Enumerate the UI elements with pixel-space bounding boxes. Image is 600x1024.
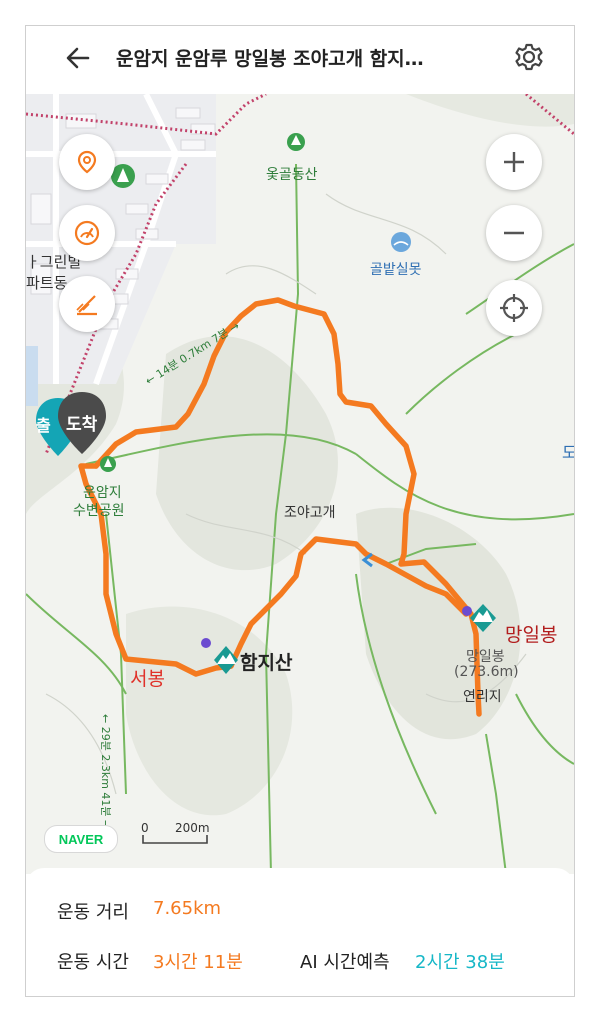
plus-icon [504,152,524,172]
label-unamji-2: 수변공원 [73,503,125,519]
label-seobong: 서봉 [130,668,165,690]
label-trail-29: ← 29분 2.3km 41분 → [99,714,112,830]
label-yeonriji: 연리지 [463,689,502,705]
elevation-button[interactable] [59,276,115,332]
label-pass: 조야고개 [284,505,336,521]
ai-time-label: AI 시간예측 [300,952,390,973]
page-title: 운암지 운암루 망일봉 조야고개 함지… [116,48,424,70]
label-pond: 골밭실못 [370,262,422,278]
distance-value: 7.65km [153,898,222,919]
label-mangilbong-elev: (273.6m) [454,664,519,680]
zoom-out-button[interactable] [486,205,542,261]
app-frame: 운암지 운암루 망일봉 조야고개 함지… 출 도착 옻골동산 골밭실못 ㅏ그린빌… [25,25,575,997]
scale-zero: 0 [141,821,149,835]
gear-icon[interactable] [512,40,546,74]
label-edge: 도 [562,439,574,463]
label-unamji-1: 운암지 [83,485,122,501]
start-pin-label: 출 [36,416,51,435]
speedometer-button[interactable] [59,205,115,261]
time-value: 3시간 11분 [153,952,243,973]
zoom-in-button[interactable] [486,134,542,190]
label-mangilbong-small: 망일봉 [466,649,505,665]
arrival-pin-label: 도착 [66,415,98,435]
arrow-left-icon[interactable] [62,42,94,74]
label-oksil-park: 옻골동산 [266,167,318,183]
scale-bar: 0 200m [141,821,211,847]
elevation-icon [76,295,97,316]
location-pin-button[interactable] [59,134,115,190]
speedometer-icon [74,220,100,246]
header: 운암지 운암루 망일봉 조야고개 함지… [26,26,574,94]
time-label: 운동 시간 [57,952,129,973]
my-location-button[interactable] [486,280,542,336]
naver-logo: NAVER [44,825,118,853]
minus-icon [504,231,524,235]
stats-panel: 운동 거리 7.65km 운동 시간 3시간 11분 AI 시간예측 2시간 3… [26,868,574,996]
label-hamjisan: 함지산 [240,652,293,674]
crosshair-icon [500,294,528,322]
distance-label: 운동 거리 [57,902,129,923]
label-apt-2: 파트동 [26,274,68,292]
map-view[interactable]: 출 도착 옻골동산 골밭실못 ㅏ그린빌 파트동 운암지 수변공원 조야고개 함지… [26,94,574,874]
label-mangilbong: 망일봉 [505,624,558,646]
scale-distance: 200m [175,821,210,835]
map-pin-icon [77,150,97,174]
ai-time-value: 2시간 38분 [415,952,505,973]
